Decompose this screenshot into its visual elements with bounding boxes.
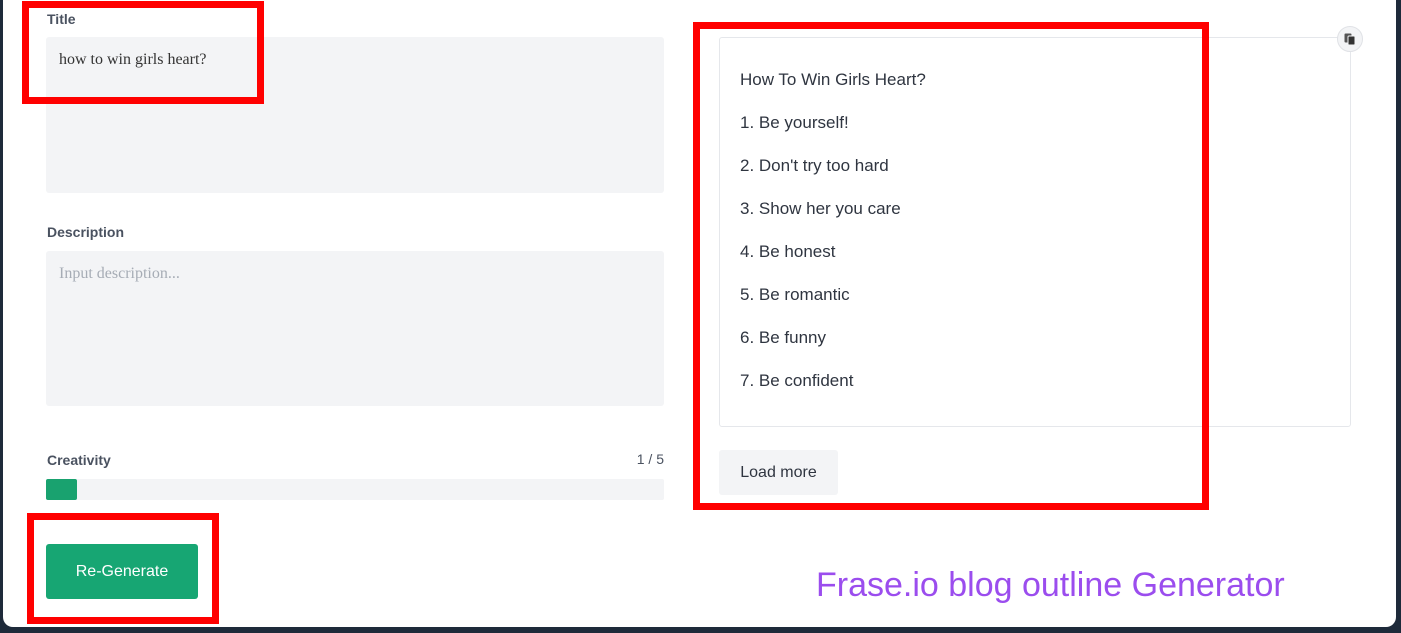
creativity-slider[interactable]: [46, 479, 664, 500]
creativity-slider-fill: [46, 479, 77, 500]
highlight-box-title: [22, 1, 264, 104]
watermark-caption: Frase.io blog outline Generator: [816, 566, 1285, 604]
creativity-label: Creativity: [47, 452, 111, 468]
copy-button[interactable]: [1337, 26, 1363, 52]
creativity-value: 1 / 5: [636, 451, 664, 467]
highlight-box-button: [27, 513, 219, 624]
copy-icon: [1344, 33, 1356, 46]
highlight-box-output: [693, 22, 1209, 510]
description-input[interactable]: Input description...: [46, 251, 664, 406]
description-label: Description: [47, 224, 125, 240]
